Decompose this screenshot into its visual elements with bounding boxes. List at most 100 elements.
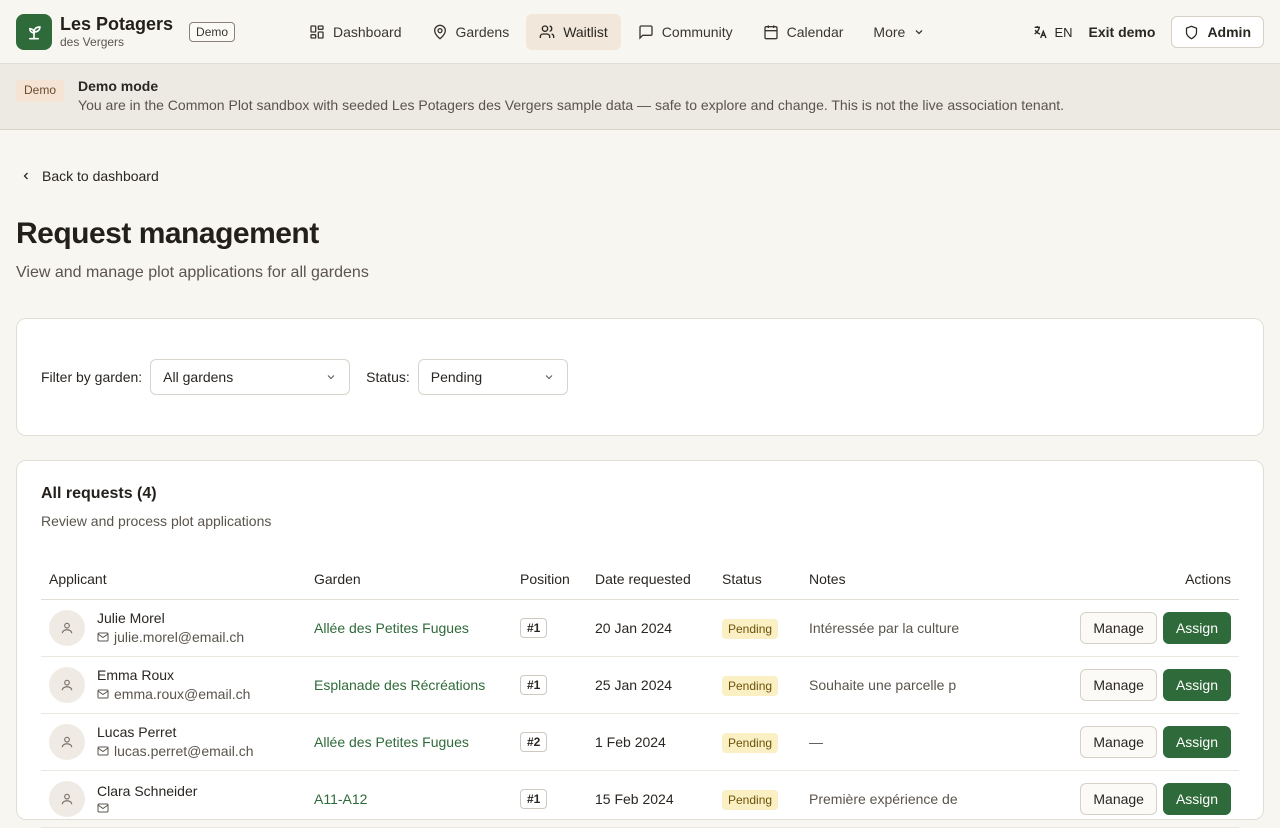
garden-link[interactable]: Allée des Petites Fugues bbox=[314, 734, 469, 750]
exit-demo-button[interactable]: Exit demo bbox=[1089, 24, 1156, 40]
nav-gardens-label: Gardens bbox=[455, 24, 510, 40]
avatar bbox=[49, 780, 85, 817]
date-requested: 1 Feb 2024 bbox=[587, 713, 714, 771]
assign-button[interactable]: Assign bbox=[1162, 782, 1231, 815]
chevron-left-icon bbox=[23, 172, 28, 180]
nav-waitlist-label: Waitlist bbox=[563, 24, 608, 40]
status-filter-value: Pending bbox=[430, 369, 483, 385]
language-switcher[interactable]: EN bbox=[1032, 24, 1073, 40]
notes-text: — bbox=[809, 733, 823, 750]
back-label: Back to dashboard bbox=[42, 168, 159, 184]
garden-link[interactable]: Allée des Petites Fugues bbox=[314, 620, 469, 636]
chevron-down-icon bbox=[545, 375, 553, 380]
date-requested: 25 Jan 2024 bbox=[587, 656, 714, 714]
manage-button[interactable]: Manage bbox=[1080, 782, 1157, 815]
garden-link[interactable]: A11-A12 bbox=[314, 791, 367, 807]
status-filter-label: Status: bbox=[366, 369, 410, 385]
nav-more[interactable]: More bbox=[860, 14, 938, 50]
garden-filter-select[interactable]: All gardens bbox=[150, 359, 351, 395]
calendar-icon bbox=[763, 25, 778, 40]
avatar bbox=[49, 666, 85, 703]
nav-community-label: Community bbox=[661, 24, 733, 40]
assign-button[interactable]: Assign bbox=[1162, 725, 1231, 758]
mail-icon bbox=[97, 632, 109, 642]
position-badge: #1 bbox=[520, 788, 548, 809]
col-actions: Actions bbox=[1015, 559, 1239, 600]
status-filter-select[interactable]: Pending bbox=[417, 359, 568, 395]
date-requested: 20 Jan 2024 bbox=[587, 599, 714, 657]
users-icon bbox=[539, 25, 555, 38]
brand-subtitle: des Vergers bbox=[60, 35, 125, 49]
message-icon bbox=[639, 25, 653, 40]
translate-icon bbox=[1034, 26, 1048, 39]
filters-card: Filter by garden: All gardens Status: Pe… bbox=[16, 318, 1264, 436]
top-header: Les Potagers des Vergers Demo Dashboard … bbox=[0, 0, 1280, 64]
position-badge: #1 bbox=[520, 617, 548, 638]
page-title: Request management bbox=[16, 217, 319, 250]
nav-community[interactable]: Community bbox=[625, 14, 746, 50]
chevron-down-icon bbox=[915, 30, 923, 35]
col-applicant: Applicant bbox=[41, 559, 306, 600]
brand-name: Les Potagers bbox=[60, 14, 174, 34]
language-label: EN bbox=[1054, 24, 1073, 40]
table-row: Julie Morel julie.morel@email.ch Allée de… bbox=[41, 599, 1239, 657]
avatar bbox=[49, 723, 85, 760]
applicant-name: Emma Roux bbox=[97, 667, 175, 683]
mail-icon bbox=[97, 746, 109, 756]
assign-button[interactable]: Assign bbox=[1162, 611, 1231, 644]
map-pin-icon bbox=[433, 24, 446, 40]
page-subtitle: View and manage plot applications for al… bbox=[16, 264, 369, 281]
date-requested: 15 Feb 2024 bbox=[587, 770, 714, 828]
mail-icon bbox=[97, 689, 109, 699]
mail-icon bbox=[97, 803, 109, 813]
notes-text: Intéressée par la culture bbox=[809, 619, 959, 636]
notes-text: Souhaite une parcelle p bbox=[809, 676, 957, 693]
admin-button[interactable]: Admin bbox=[1171, 16, 1264, 48]
manage-button[interactable]: Manage bbox=[1080, 668, 1157, 701]
garden-link[interactable]: Esplanade des Récréations bbox=[314, 677, 485, 693]
header-actions: EN Exit demo Admin bbox=[1032, 16, 1264, 48]
banner-text: You are in the Common Plot sandbox with … bbox=[78, 97, 1065, 113]
demo-banner: Demo Demo mode You are in the Common Plo… bbox=[0, 64, 1280, 130]
nav-waitlist[interactable]: Waitlist bbox=[526, 14, 621, 50]
nav-calendar-label: Calendar bbox=[786, 24, 844, 40]
position-badge: #2 bbox=[520, 731, 548, 752]
applicant-email: emma.roux@email.ch bbox=[114, 686, 251, 702]
col-notes: Notes bbox=[801, 559, 1016, 600]
nav-dashboard[interactable]: Dashboard bbox=[296, 14, 415, 50]
app-logo[interactable] bbox=[16, 13, 52, 50]
admin-label: Admin bbox=[1207, 24, 1251, 40]
chevron-down-icon bbox=[327, 375, 335, 380]
table-row: Clara Schneider A11-A12 #1 15 Feb 2024 P… bbox=[41, 770, 1239, 828]
banner-title: Demo mode bbox=[78, 78, 159, 94]
status-badge: Pending bbox=[722, 732, 779, 753]
manage-button[interactable]: Manage bbox=[1080, 725, 1157, 758]
garden-filter-label: Filter by garden: bbox=[41, 369, 143, 385]
assign-button[interactable]: Assign bbox=[1162, 668, 1231, 701]
user-icon bbox=[61, 679, 73, 690]
applicant-name: Clara Schneider bbox=[97, 783, 198, 799]
sprout-icon bbox=[28, 25, 41, 40]
back-to-dashboard-link[interactable]: Back to dashboard bbox=[20, 168, 159, 184]
brand[interactable]: Les Potagers des Vergers bbox=[60, 15, 173, 48]
requests-title: All requests (4) bbox=[41, 485, 157, 502]
applicant-email: lucas.perret@email.ch bbox=[114, 743, 254, 759]
applicant-email: julie.morel@email.ch bbox=[114, 629, 245, 645]
requests-card: All requests (4) Review and process plot… bbox=[16, 460, 1264, 828]
col-status: Status bbox=[714, 559, 801, 600]
banner-tag: Demo bbox=[16, 80, 65, 102]
nav-calendar[interactable]: Calendar bbox=[750, 14, 857, 50]
manage-button[interactable]: Manage bbox=[1080, 611, 1157, 644]
nav-more-label: More bbox=[873, 24, 906, 40]
table-row: Lucas Perret lucas.perret@email.ch Allée … bbox=[41, 713, 1239, 771]
applicant-name: Julie Morel bbox=[97, 610, 165, 626]
user-icon bbox=[61, 736, 73, 747]
nav-dashboard-label: Dashboard bbox=[333, 24, 402, 40]
demo-badge: Demo bbox=[189, 21, 236, 42]
col-date: Date requested bbox=[587, 559, 714, 600]
garden-filter-value: All gardens bbox=[163, 369, 234, 385]
position-badge: #1 bbox=[520, 674, 548, 695]
user-icon bbox=[61, 622, 73, 633]
requests-table: Applicant Garden Position Date requested… bbox=[41, 559, 1239, 828]
nav-gardens[interactable]: Gardens bbox=[419, 14, 523, 50]
